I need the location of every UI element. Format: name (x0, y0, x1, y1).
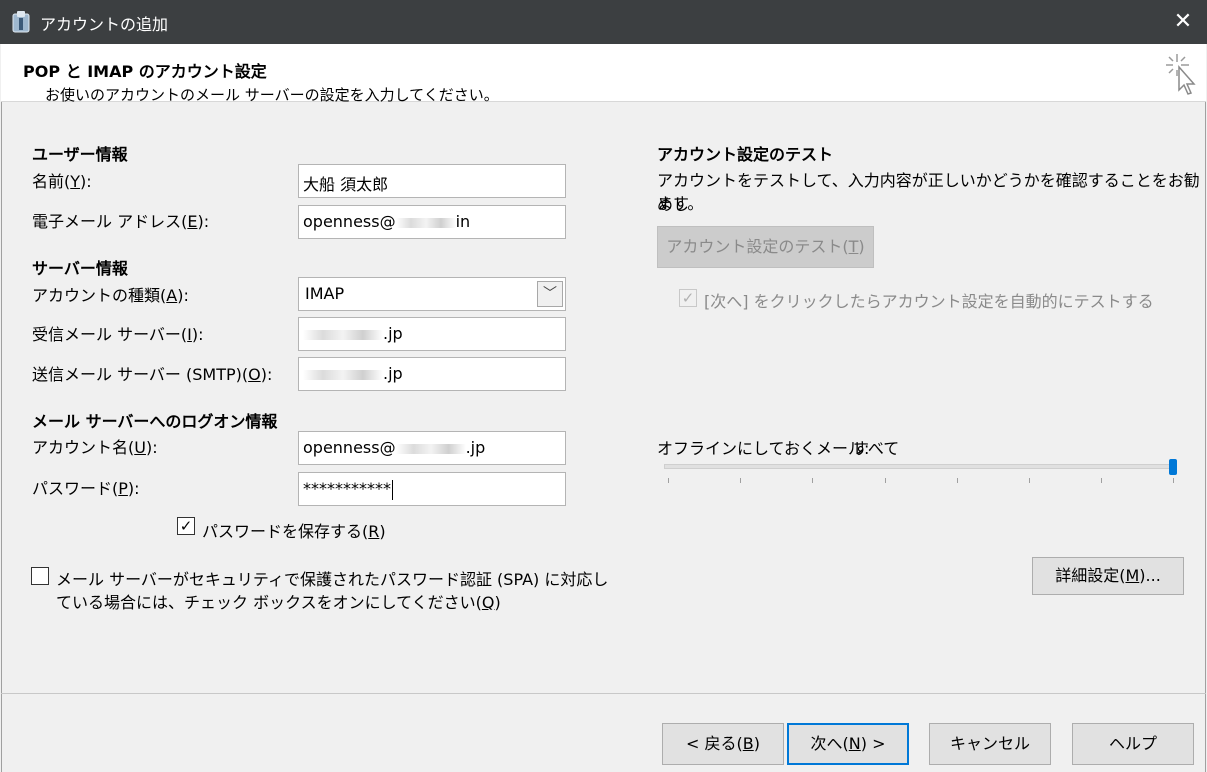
slider-tick (1029, 478, 1030, 483)
slider-tick (957, 478, 958, 483)
cancel-button[interactable]: キャンセル (929, 723, 1051, 765)
account-name-input[interactable]: openness@ .jp (298, 431, 566, 465)
account-name-label: アカウント名(U): (32, 438, 158, 457)
user-info-heading: ユーザー情報 (32, 145, 128, 164)
slider-tick (1173, 478, 1174, 483)
sparkle-cursor-icon (1166, 54, 1196, 95)
password-label: パスワード(P): (32, 479, 140, 498)
incoming-server-input[interactable]: .jp (298, 317, 566, 351)
advanced-settings-button[interactable]: 詳細設定(M)... (1032, 557, 1184, 595)
app-icon (12, 11, 30, 33)
test-description-line2: ます。 (657, 194, 704, 213)
slider-tick (740, 478, 741, 483)
password-input[interactable]: *********** (298, 472, 566, 506)
next-button[interactable]: 次へ(N) > (787, 723, 909, 765)
save-password-label[interactable]: パスワードを保存する(R) (202, 518, 386, 542)
account-type-label: アカウントの種類(A): (32, 286, 189, 305)
slider-tick (668, 478, 669, 483)
server-info-heading: サーバー情報 (32, 259, 128, 278)
save-password-checkbox[interactable]: ✓ (177, 517, 195, 535)
incoming-server-label: 受信メール サーバー(I): (32, 325, 204, 344)
slider-tick (1101, 478, 1102, 483)
window-title: アカウントの追加 (40, 15, 169, 34)
outgoing-server-label: 送信メール サーバー (SMTP)(O): (32, 365, 273, 384)
footer-divider (1, 693, 1206, 694)
outgoing-server-input[interactable]: .jp (298, 357, 566, 391)
account-type-select[interactable]: IMAP ﹀ (298, 277, 566, 311)
slider-tick (885, 478, 886, 483)
spa-checkbox[interactable] (31, 567, 49, 585)
slider-tick (812, 478, 813, 483)
email-label: 電子メール アドレス(E): (32, 212, 210, 231)
chevron-down-icon[interactable]: ﹀ (537, 281, 563, 307)
offline-slider-track[interactable] (664, 464, 1176, 469)
logon-info-heading: メール サーバーへのログオン情報 (32, 412, 278, 431)
test-account-button[interactable]: アカウント設定のテスト(T) (657, 226, 874, 268)
offline-slider-thumb[interactable] (1169, 459, 1177, 475)
auto-test-checkbox[interactable]: ✓ (679, 289, 697, 307)
page-title: POP と IMAP のアカウント設定 (23, 62, 267, 81)
dialog-header: POP と IMAP のアカウント設定 お使いのアカウントのメール サーバーの設… (1, 44, 1206, 104)
back-button[interactable]: < 戻る(B) (662, 723, 784, 765)
help-button[interactable]: ヘルプ (1072, 723, 1194, 765)
spa-label-line1[interactable]: メール サーバーがセキュリティで保護されたパスワード認証 (SPA) に対応し (56, 566, 608, 590)
offline-label: オフラインにしておくメール: (657, 439, 870, 458)
name-label: 名前(Y): (32, 172, 92, 191)
title-bar: アカウントの追加 ✕ (0, 0, 1207, 44)
auto-test-label[interactable]: [次へ] をクリックしたらアカウント設定を自動的にテストする (704, 288, 1154, 312)
close-icon[interactable]: ✕ (1168, 8, 1198, 36)
email-input[interactable]: openness@ in (298, 205, 566, 239)
test-section-heading: アカウント設定のテスト (657, 145, 834, 164)
test-description-line1: アカウントをテストして、入力内容が正しいかどうかを確認することをお勧めし (657, 171, 1200, 214)
name-input[interactable]: 大船 須太郎 (298, 164, 566, 198)
spa-label-line2[interactable]: ている場合には、チェック ボックスをオンにしてください(Q) (56, 589, 501, 613)
offline-value: すべて (853, 439, 900, 458)
